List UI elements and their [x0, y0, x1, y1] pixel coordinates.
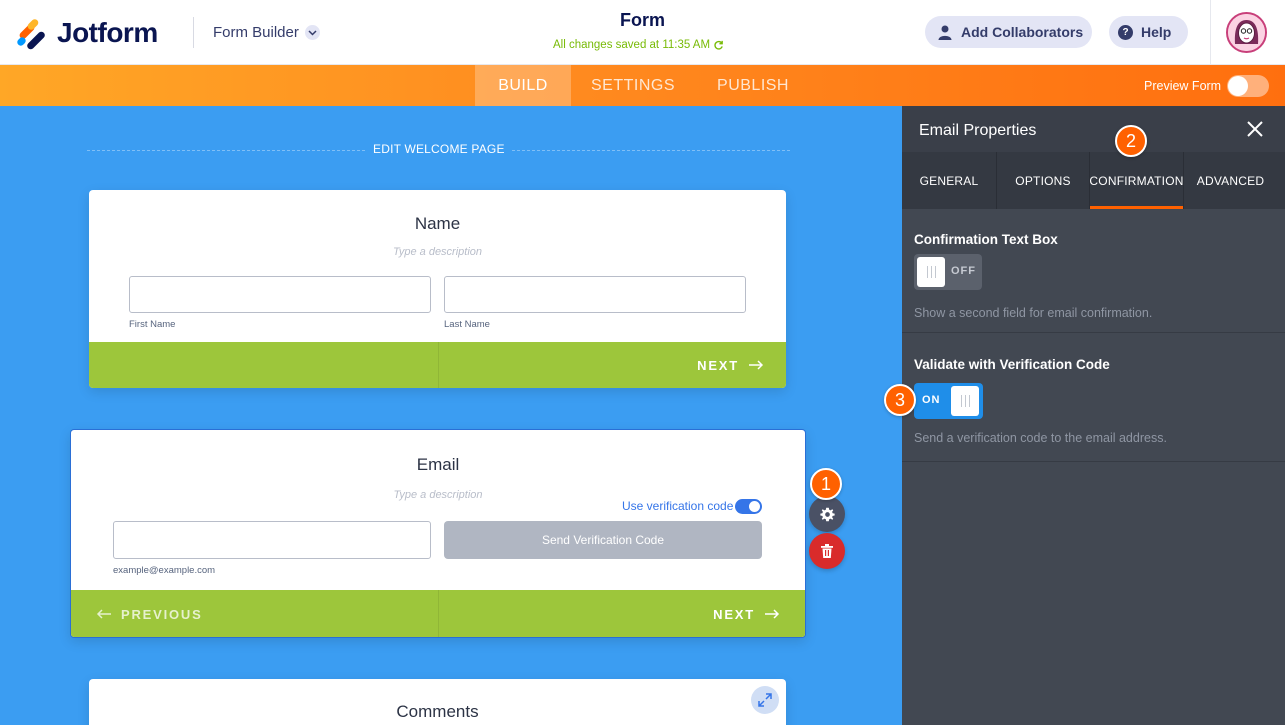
first-name-input[interactable] [129, 276, 431, 313]
jotform-logo-icon [15, 17, 47, 51]
builder-tab-bar: BUILD SETTINGS PUBLISH Preview Form [0, 65, 1285, 106]
brand-name: Jotform [57, 17, 158, 48]
confirmation-text-box-hint: Show a second field for email confirmati… [914, 306, 1153, 320]
use-verification-label: Use verification code [622, 499, 734, 513]
avatar[interactable] [1226, 12, 1267, 53]
jotform-logo[interactable]: Jotform [15, 17, 158, 51]
help-label: Help [1141, 24, 1172, 40]
previous-label: PREVIOUS [121, 606, 203, 622]
form-builder-label: Form Builder [213, 24, 299, 41]
last-name-input[interactable] [444, 276, 746, 313]
verification-code-toggle[interactable]: ON [914, 383, 983, 419]
name-card-nav-bar: NEXT [89, 342, 786, 388]
name-question-card[interactable]: Name Type a description First Name Last … [89, 190, 786, 388]
close-icon [1247, 121, 1263, 137]
expand-icon [758, 693, 772, 707]
preview-form-toggle[interactable] [1227, 75, 1269, 97]
email-card-nav-bar: PREVIOUS NEXT [71, 590, 805, 637]
previous-button[interactable]: PREVIOUS [96, 590, 203, 637]
add-collaborators-button[interactable]: Add Collaborators [925, 16, 1092, 48]
edit-welcome-page-link[interactable]: EDIT WELCOME PAGE [366, 142, 512, 156]
email-question-card[interactable]: Email Type a description Use verificatio… [70, 429, 806, 638]
top-header: Jotform Form Builder Form All changes sa… [0, 0, 1285, 65]
refresh-icon [714, 40, 723, 50]
send-verification-code-button[interactable]: Send Verification Code [444, 521, 762, 559]
email-question-title[interactable]: Email [71, 455, 805, 475]
name-next-button[interactable]: NEXT [697, 342, 764, 388]
tab-settings[interactable]: SETTINGS [585, 65, 681, 106]
first-name-label: First Name [129, 319, 176, 330]
email-example-hint: example@example.com [113, 565, 216, 576]
save-status: All changes saved at 11:35 AM [553, 39, 724, 51]
confirmation-text-box-toggle[interactable]: OFF [914, 254, 982, 290]
comments-question-title[interactable]: Comments [89, 702, 786, 722]
tab-options[interactable]: OPTIONS [997, 152, 1089, 209]
last-name-label: Last Name [444, 319, 490, 330]
name-question-description[interactable]: Type a description [89, 246, 786, 258]
field-properties-button[interactable] [809, 496, 845, 532]
toggle-off-label: OFF [951, 265, 976, 277]
help-button[interactable]: ? Help [1109, 16, 1188, 48]
add-collaborators-label: Add Collaborators [961, 24, 1084, 40]
tab-confirmation[interactable]: CONFIRMATION [1089, 152, 1183, 209]
delete-field-button[interactable] [809, 533, 845, 569]
header-divider [193, 17, 194, 48]
panel-tabs: GENERAL OPTIONS CONFIRMATION ADVANCED [902, 152, 1285, 209]
step-badge-3: 3 [884, 384, 916, 416]
tab-advanced[interactable]: ADVANCED [1184, 152, 1277, 209]
verification-code-section: Validate with Verification Code ON Send … [902, 333, 1285, 462]
user-icon [938, 25, 952, 40]
preview-form-label: Preview Form [1144, 79, 1222, 93]
header-divider-right [1210, 0, 1211, 65]
tab-build[interactable]: BUILD [475, 65, 571, 106]
tab-general[interactable]: GENERAL [902, 152, 996, 209]
confirmation-text-box-section: Confirmation Text Box OFF Show a second … [902, 209, 1285, 333]
form-builder-dropdown[interactable]: Form Builder [213, 24, 320, 41]
verification-code-hint: Send a verification code to the email ad… [914, 431, 1167, 445]
chevron-down-icon [304, 25, 320, 40]
toggle-on-label: ON [922, 394, 941, 406]
gear-icon [819, 507, 835, 521]
email-properties-panel: Email Properties GENERAL OPTIONS CONFIRM… [902, 106, 1285, 725]
step-badge-2: 2 [1115, 125, 1147, 157]
verification-code-heading: Validate with Verification Code [914, 357, 1110, 372]
arrow-right-icon [765, 609, 780, 619]
comments-question-card[interactable]: Comments [89, 679, 786, 725]
arrow-left-icon [96, 609, 111, 619]
panel-title: Email Properties [919, 122, 1037, 139]
expand-button[interactable] [751, 686, 779, 714]
arrow-right-icon [749, 360, 764, 370]
email-input[interactable] [113, 521, 431, 559]
use-verification-toggle[interactable] [735, 499, 762, 514]
panel-header: Email Properties [902, 106, 1285, 152]
next-label: NEXT [713, 606, 755, 622]
close-panel-button[interactable] [1244, 118, 1266, 140]
tab-publish[interactable]: PUBLISH [705, 65, 801, 106]
next-label: NEXT [697, 357, 739, 373]
trash-icon [821, 544, 833, 558]
confirmation-text-box-heading: Confirmation Text Box [914, 232, 1058, 247]
email-next-button[interactable]: NEXT [713, 590, 780, 637]
step-badge-1: 1 [810, 468, 842, 500]
name-question-title[interactable]: Name [89, 214, 786, 234]
form-title[interactable]: Form [620, 10, 665, 30]
question-icon: ? [1118, 24, 1133, 40]
save-status-text: All changes saved at 11:35 AM [553, 39, 711, 51]
